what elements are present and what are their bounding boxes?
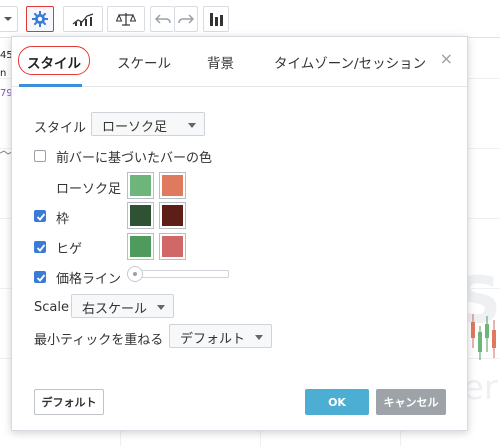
tab-background[interactable]: 背景 — [207, 52, 234, 72]
active-tab-indicator — [19, 84, 82, 87]
scale-label: Scale — [34, 300, 69, 315]
wick-up-color-swatch[interactable] — [127, 233, 154, 260]
checkmark-icon — [36, 274, 46, 282]
ok-button[interactable]: OK — [305, 389, 369, 415]
indicators-button[interactable] — [63, 6, 103, 32]
chart-settings-dialog: スタイル スケール 背景 タイムゾーン/セッション × スタイル ローソク足 前… — [11, 36, 468, 431]
price-line-label: 価格ライン — [56, 272, 122, 287]
style-select[interactable]: ローソク足 — [91, 112, 205, 136]
wick-label: ヒゲ — [56, 242, 83, 257]
bar-chart-icon — [210, 13, 223, 26]
watermark-text: er — [463, 368, 498, 408]
scales-icon — [116, 13, 136, 26]
candle-up-color-swatch[interactable] — [127, 172, 154, 199]
style-label: スタイル — [34, 121, 87, 136]
gear-icon — [32, 11, 48, 27]
border-down-color-swatch[interactable] — [159, 202, 186, 229]
chart-type-button[interactable] — [203, 6, 229, 32]
undo-button[interactable] — [150, 6, 174, 32]
checkmark-icon — [36, 213, 46, 221]
style-select-value: ローソク足 — [102, 120, 168, 135]
default-button[interactable]: デフォルト — [34, 389, 104, 415]
slider-handle[interactable] — [127, 266, 143, 282]
settings-button[interactable] — [26, 6, 54, 32]
chevron-down-icon — [157, 305, 165, 310]
checkmark-icon — [36, 244, 46, 252]
candles-label: ローソク足 — [56, 182, 122, 197]
min-tick-select[interactable]: デフォルト — [169, 324, 272, 348]
scale-select[interactable]: 右スケール — [71, 294, 174, 318]
wick-down-color-swatch[interactable] — [159, 233, 186, 260]
prev-bar-color-label: 前バーに基づいたバーの色 — [56, 151, 213, 166]
close-icon[interactable]: × — [440, 49, 453, 68]
border-up-color-swatch[interactable] — [127, 202, 154, 229]
tab-bar: スタイル スケール 背景 タイムゾーン/セッション × — [12, 37, 467, 87]
compare-button[interactable] — [107, 6, 145, 32]
min-tick-select-value: デフォルト — [180, 332, 246, 347]
min-tick-label: 最小ティックを重ねる — [34, 333, 164, 348]
wick-checkbox[interactable] — [34, 241, 46, 253]
redo-arrow-icon — [178, 14, 194, 24]
cancel-button[interactable]: キャンセル — [376, 389, 446, 415]
undo-arrow-icon — [154, 14, 171, 24]
prev-bar-color-checkbox[interactable] — [34, 150, 46, 162]
price-line-width-slider[interactable] — [133, 270, 229, 278]
price-label: n — [0, 68, 7, 79]
tab-timezone-session[interactable]: タイムゾーン/セッション — [274, 52, 426, 72]
price-line-checkbox[interactable] — [34, 271, 46, 283]
candle-down-color-swatch[interactable] — [159, 172, 186, 199]
tab-scale[interactable]: スケール — [117, 52, 171, 72]
chevron-down-icon — [188, 123, 196, 128]
border-checkbox[interactable] — [34, 210, 46, 222]
redo-button[interactable] — [174, 6, 198, 32]
chevron-down-icon — [255, 335, 263, 340]
tab-style[interactable]: スタイル — [18, 46, 90, 75]
border-label: 枠 — [56, 212, 70, 227]
top-toolbar — [0, 0, 500, 38]
scale-select-value: 右スケール — [82, 302, 148, 317]
dropdown-arrow-button[interactable] — [0, 6, 18, 32]
caret-down-icon — [4, 17, 12, 21]
indicators-icon — [72, 13, 94, 26]
